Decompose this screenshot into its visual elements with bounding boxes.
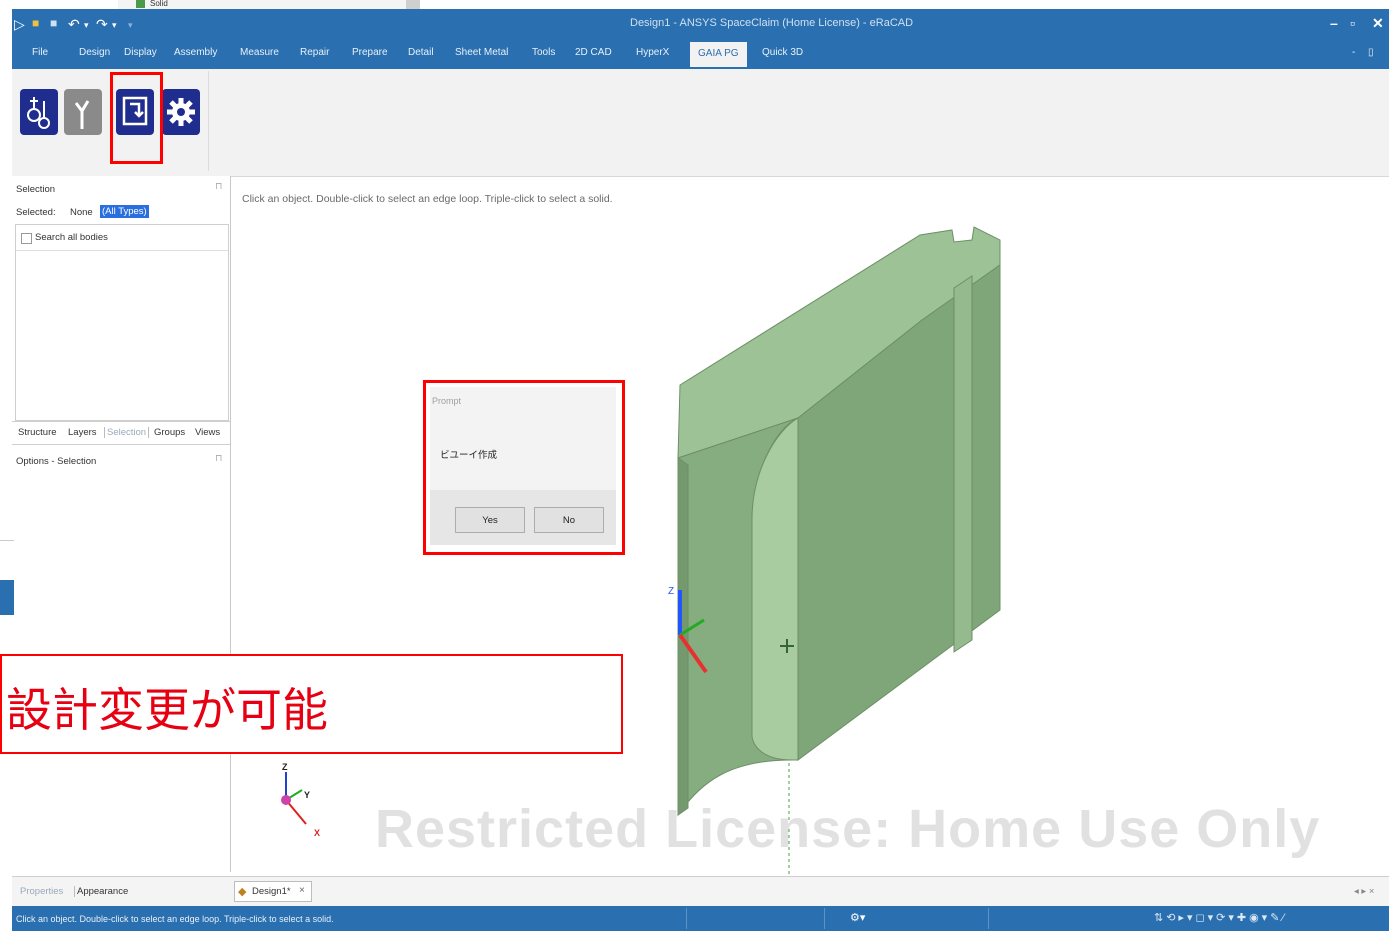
menu-measure[interactable]: Measure — [240, 47, 279, 58]
tab-structure[interactable]: Structure — [18, 427, 57, 438]
status-divider — [686, 908, 687, 929]
ribbon-group-divider — [208, 71, 209, 171]
save-icon[interactable]: ■ — [50, 16, 57, 30]
branch-tool-button[interactable] — [64, 89, 102, 135]
status-divider — [988, 908, 989, 929]
corner-x-label: X — [314, 828, 320, 838]
list-divider — [16, 250, 228, 251]
menu-sheet-metal[interactable]: Sheet Metal — [455, 47, 508, 58]
background-window-strip — [0, 580, 14, 615]
menu-assembly[interactable]: Assembly — [174, 47, 217, 58]
model-canvas: Z Z Y X — [281, 226, 1001, 876]
bulb-tool-icon — [27, 97, 50, 129]
license-watermark: Restricted License: Home Use Only — [375, 799, 1321, 859]
restore-button[interactable]: ▫ — [1350, 15, 1355, 31]
callout-text: 設計変更が可能 — [6, 683, 328, 737]
corner-triad-origin — [281, 795, 291, 805]
panel-title: Selection — [16, 184, 56, 195]
panel-tabs: Structure Layers Selection Groups Views — [12, 421, 230, 445]
redo-dropdown-icon[interactable]: ▾ — [112, 20, 117, 31]
undo-dropdown-icon[interactable]: ▾ — [84, 20, 89, 31]
bulb-tool-button[interactable] — [20, 89, 58, 135]
tab-properties[interactable]: Properties — [20, 886, 63, 897]
document-tab[interactable]: ◆ Design1* × — [234, 881, 312, 902]
search-all-bodies-label: Search all bodies — [35, 232, 108, 243]
menu-prepare[interactable]: Prepare — [352, 47, 388, 58]
menu-repair[interactable]: Repair — [300, 47, 329, 58]
menu-quick-3d[interactable]: Quick 3D — [762, 47, 803, 58]
pin-icon[interactable]: ⊓ — [215, 181, 222, 192]
document-tab-close-icon[interactable]: × — [299, 885, 305, 896]
menu-design[interactable]: Design — [79, 47, 110, 58]
selected-value: None — [70, 207, 93, 218]
tab-groups[interactable]: Groups — [154, 427, 185, 438]
type-filter-dropdown[interactable]: (All Types) — [100, 205, 149, 218]
tab-views[interactable]: Views — [195, 427, 220, 438]
selection-mode-icon[interactable]: ⚙▾ — [850, 911, 865, 924]
menu-display[interactable]: Display — [124, 47, 157, 58]
title-bar: ▷ ■ ■ ↶ ▾ ↷ ▾ ▾ Design1 - ANSYS SpaceCla… — [12, 9, 1389, 39]
undo-icon[interactable]: ↶ — [68, 16, 80, 33]
tree-item-label: Solid — [150, 0, 168, 8]
scrollbar[interactable] — [406, 0, 420, 9]
selection-panel: Selection ⊓ Selected: None (All Types) S… — [12, 176, 231, 872]
ribbon-collapse-icon[interactable]: - — [1352, 47, 1355, 58]
corner-y-label: Y — [304, 790, 310, 800]
window-title: Design1 - ANSYS SpaceClaim (Home License… — [630, 17, 914, 29]
close-button[interactable]: ✕ — [1372, 15, 1384, 32]
menu-file[interactable]: File — [32, 47, 48, 58]
branch-tool-icon — [74, 100, 90, 129]
redo-icon[interactable]: ↷ — [96, 16, 108, 33]
tab-scroll-arrows-icon[interactable]: ◂ ▸ × — [1354, 886, 1374, 897]
ribbon — [12, 69, 1389, 177]
highlight-prompt-dialog — [423, 380, 625, 555]
menu-tools[interactable]: Tools — [532, 47, 555, 58]
annotation-callout: 設計変更が可能 — [0, 654, 623, 754]
tab-layers[interactable]: Layers — [68, 427, 97, 438]
help-icon[interactable]: ▯ — [1368, 47, 1374, 58]
3d-viewport[interactable]: Click an object. Double-click to select … — [232, 180, 1389, 876]
open-folder-icon[interactable]: ■ — [32, 16, 39, 30]
status-bar: Click an object. Double-click to select … — [12, 906, 1389, 931]
background-tree-item: Solid — [118, 0, 420, 9]
minimize-button[interactable]: – — [1330, 15, 1338, 31]
checkbox-icon[interactable] — [136, 0, 145, 8]
options-title: Options - Selection — [16, 456, 97, 467]
document-tab-label: Design1* — [252, 886, 291, 897]
background-divider — [0, 540, 14, 541]
app-icon: ▷ — [14, 16, 25, 32]
options-pin-icon[interactable]: ⊓ — [215, 453, 222, 464]
status-text: Click an object. Double-click to select … — [16, 914, 334, 924]
search-all-bodies-checkbox[interactable] — [21, 233, 32, 244]
menu-2d-cad[interactable]: 2D CAD — [575, 47, 612, 58]
highlight-export-tool — [110, 72, 163, 164]
selected-label: Selected: — [16, 207, 56, 218]
model-groove-face — [953, 275, 973, 653]
menu-hyperx[interactable]: HyperX — [636, 47, 669, 58]
settings-button[interactable] — [162, 89, 200, 135]
gear-icon — [167, 98, 195, 126]
triad-z-label: Z — [668, 586, 674, 597]
status-tools-icons[interactable]: ⇅⟲▸▾◻▾⟳▾✚◉▾✎⁄ — [1154, 911, 1287, 924]
document-icon: ◆ — [238, 886, 247, 898]
tab-selection[interactable]: Selection — [104, 427, 150, 438]
selection-list[interactable]: Search all bodies — [15, 224, 229, 421]
corner-z-label: Z — [282, 762, 288, 772]
menu-gaia-pg[interactable]: GAIA PG — [690, 42, 747, 67]
menu-detail[interactable]: Detail — [408, 47, 434, 58]
status-divider — [824, 908, 825, 929]
bottom-tab-bar: Properties Appearance ◆ Design1* × ◂ ▸ × — [12, 876, 1389, 907]
customize-quick-access-icon[interactable]: ▾ — [128, 20, 133, 31]
menu-bar: File Design Display Assembly Measure Rep… — [12, 39, 1389, 69]
tab-appearance[interactable]: Appearance — [74, 886, 128, 897]
